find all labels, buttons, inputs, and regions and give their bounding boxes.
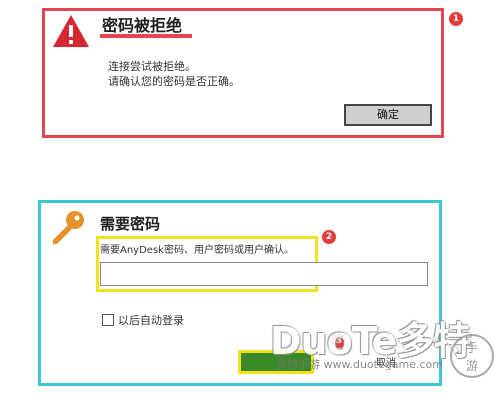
- autologin-label: 以后自动登录: [118, 314, 184, 327]
- dialog-title: 需要密码: [100, 215, 161, 233]
- password-input[interactable]: [100, 262, 428, 286]
- message-line: 连接尝试被拒绝。: [108, 60, 196, 73]
- step-badge: 2: [322, 230, 336, 244]
- autologin-checkbox[interactable]: [102, 314, 114, 326]
- key-icon: [53, 211, 84, 244]
- ok-button[interactable]: 确定: [344, 104, 432, 126]
- title-underline: [100, 34, 192, 38]
- seal-char: 游: [465, 359, 478, 373]
- watermark-url: 多特手游 www.duotegame.com: [276, 358, 443, 371]
- prompt-text: 需要AnyDesk密码、用户密码或用户确认。: [100, 245, 294, 256]
- seal-char: 手: [465, 341, 478, 355]
- step-badge: 1: [449, 12, 463, 26]
- dialog-title: 密码被拒绝: [102, 16, 183, 35]
- message-line: 请确认您的密码是否正确。: [108, 75, 240, 88]
- warning-icon: [53, 15, 89, 47]
- watermark-seal: 手 游: [450, 334, 494, 378]
